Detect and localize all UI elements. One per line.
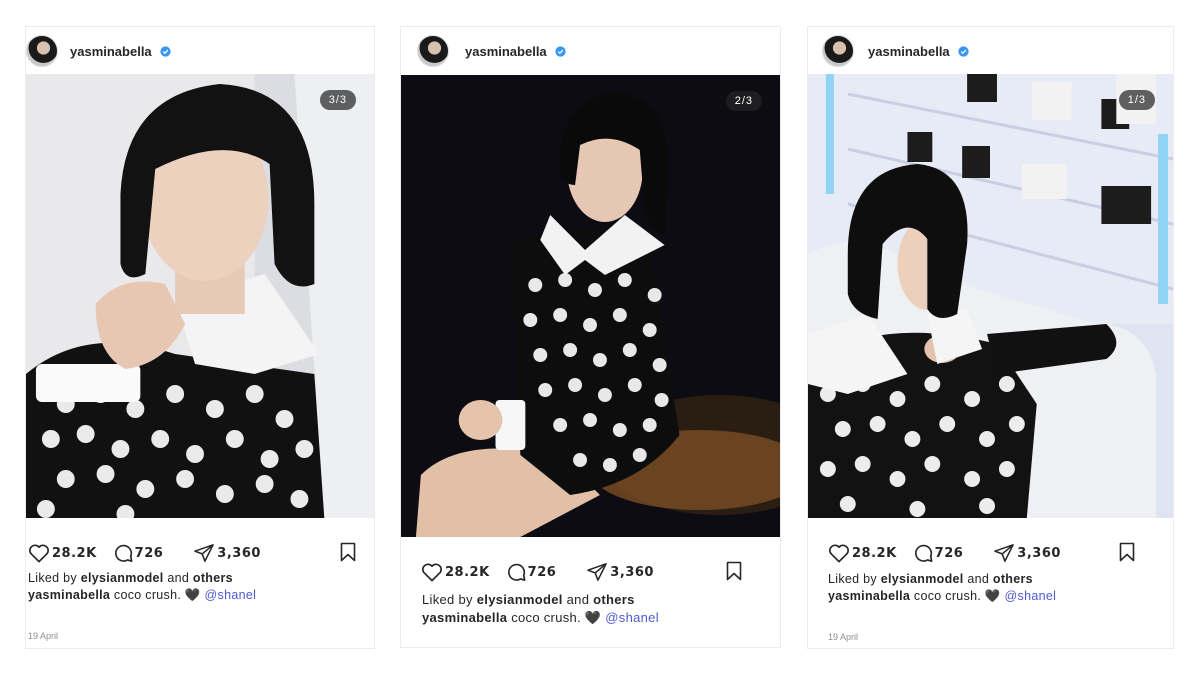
portrait-photo	[401, 75, 780, 537]
share-count: 3,360	[217, 545, 261, 561]
liked-by-others[interactable]: others	[993, 572, 1033, 586]
verified-badge-icon	[958, 45, 969, 57]
like-count: 28.2K	[52, 545, 97, 561]
post-meta: Liked by elysianmodel and others yasmina…	[422, 591, 659, 627]
heart-icon	[422, 563, 442, 582]
liked-by-prefix: Liked by	[28, 571, 77, 585]
save-button[interactable]	[1119, 542, 1135, 567]
post-date: 19 April	[28, 631, 59, 641]
post-username[interactable]: yasminabella	[465, 44, 547, 59]
heart-icon	[829, 544, 849, 563]
caption-text: coco crush. 🖤	[113, 588, 201, 602]
caption-mention[interactable]: @shanel	[205, 588, 257, 602]
heart-icon	[29, 544, 49, 563]
caption-username[interactable]: yasminabella	[422, 610, 507, 625]
post-header: yasminabella	[26, 27, 374, 75]
comment-count: 726	[934, 545, 964, 561]
like-button[interactable]: 28.2K	[828, 543, 897, 563]
caption-mention[interactable]: @shanel	[1005, 589, 1057, 603]
post-actions: 28.2K 726 3,360	[828, 541, 1173, 565]
like-button[interactable]: 28.2K	[28, 543, 97, 563]
post-card: yasminabella	[400, 26, 781, 648]
caption-username[interactable]: yasminabella	[28, 588, 110, 602]
avatar[interactable]	[26, 35, 58, 67]
paper-plane-icon	[994, 544, 1015, 562]
liked-by-user[interactable]: elysianmodel	[81, 571, 164, 585]
caption-line: yasminabella coco crush. 🖤 @shanel	[422, 609, 659, 627]
post-photo[interactable]: 1/3	[808, 74, 1173, 518]
verified-badge-icon	[555, 45, 566, 57]
avatar[interactable]	[417, 35, 449, 67]
liked-by-and: and	[566, 592, 590, 607]
bookmark-icon	[726, 561, 742, 581]
caption-username[interactable]: yasminabella	[828, 589, 910, 603]
caption-mention[interactable]: @shanel	[605, 610, 659, 625]
post-meta: Liked by elysianmodel and others yasmina…	[828, 571, 1056, 605]
liked-by-user[interactable]: elysianmodel	[881, 572, 964, 586]
slide-counter: 1/3	[1118, 90, 1155, 110]
comment-button[interactable]: 726	[506, 562, 557, 582]
verified-badge-icon	[160, 45, 171, 57]
avatar[interactable]	[822, 35, 854, 67]
post-date: 19 April	[828, 632, 859, 642]
share-button[interactable]: 3,360	[993, 543, 1061, 563]
like-count: 28.2K	[445, 564, 490, 580]
comment-bubble-icon	[507, 563, 526, 581]
liked-by-prefix: Liked by	[422, 592, 473, 607]
post-username[interactable]: yasminabella	[868, 44, 950, 59]
share-count: 3,360	[1017, 545, 1061, 561]
caption-line: yasminabella coco crush. 🖤 @shanel	[828, 588, 1056, 605]
liked-by-prefix: Liked by	[828, 572, 877, 586]
post-header: yasminabella	[401, 27, 780, 75]
post-photo[interactable]: 3/3	[26, 74, 374, 518]
save-button[interactable]	[340, 542, 356, 567]
comment-button[interactable]: 726	[113, 543, 164, 563]
post-header: yasminabella	[808, 27, 1173, 75]
caption-line: yasminabella coco crush. 🖤 @shanel	[28, 587, 256, 604]
post-photo[interactable]: 2/3	[401, 75, 780, 537]
post-actions: 28.2K 726 3,360	[28, 541, 374, 565]
portrait-photo	[808, 74, 1173, 518]
like-button[interactable]: 28.2K	[421, 562, 490, 582]
comment-button[interactable]: 726	[913, 543, 964, 563]
slide-counter: 3/3	[319, 90, 356, 110]
liked-by-user[interactable]: elysianmodel	[477, 592, 563, 607]
save-button[interactable]	[726, 561, 742, 586]
share-button[interactable]: 3,360	[193, 543, 261, 563]
post-meta: Liked by elysianmodel and others yasmina…	[28, 570, 256, 604]
paper-plane-icon	[194, 544, 215, 562]
liked-by-line: Liked by elysianmodel and others	[422, 591, 659, 609]
bookmark-icon	[1119, 542, 1135, 562]
liked-by-others[interactable]: others	[593, 592, 635, 607]
comment-count: 726	[527, 564, 557, 580]
post-actions: 28.2K 726 3,360	[421, 560, 780, 584]
comment-bubble-icon	[114, 544, 133, 562]
like-count: 28.2K	[852, 545, 897, 561]
bookmark-icon	[340, 542, 356, 562]
liked-by-and: and	[167, 571, 190, 585]
slide-counter: 2/3	[725, 91, 762, 111]
paper-plane-icon	[587, 563, 608, 581]
portrait-photo	[26, 74, 374, 518]
liked-by-and: and	[967, 572, 990, 586]
post-username[interactable]: yasminabella	[70, 44, 152, 59]
post-card: yasminabella	[807, 26, 1174, 649]
caption-text: coco crush. 🖤	[511, 610, 602, 625]
post-card: yasminabella	[25, 26, 375, 649]
comment-bubble-icon	[914, 544, 933, 562]
caption-text: coco crush. 🖤	[913, 589, 1001, 603]
liked-by-line: Liked by elysianmodel and others	[28, 570, 256, 587]
liked-by-others[interactable]: others	[193, 571, 233, 585]
share-button[interactable]: 3,360	[586, 562, 654, 582]
liked-by-line: Liked by elysianmodel and others	[828, 571, 1056, 588]
share-count: 3,360	[610, 564, 654, 580]
comment-count: 726	[134, 545, 164, 561]
